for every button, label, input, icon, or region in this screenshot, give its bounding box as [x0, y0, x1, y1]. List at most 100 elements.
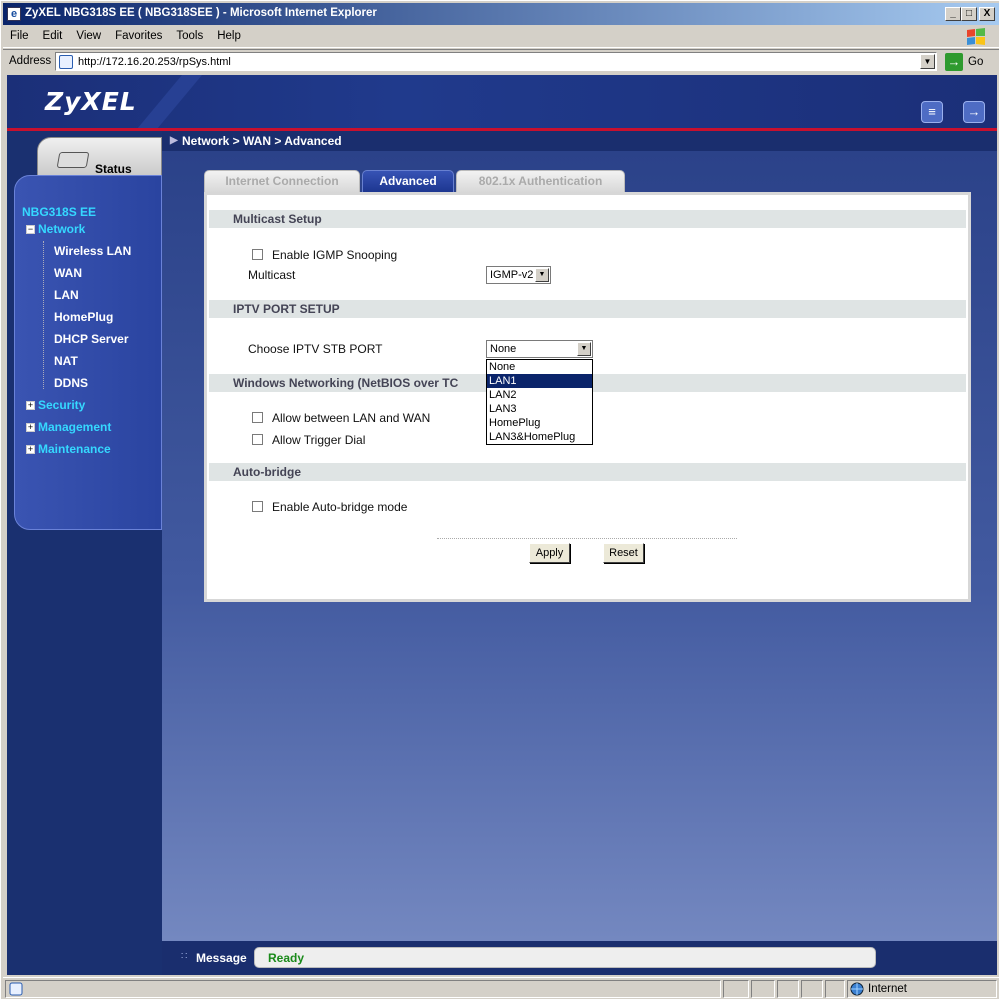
nav-network[interactable]: Network: [38, 222, 85, 236]
logout-icon[interactable]: →: [963, 101, 985, 123]
message-icon: ∷: [181, 951, 188, 962]
reset-button[interactable]: Reset: [603, 543, 644, 563]
status-cell: [801, 980, 823, 998]
iptv-port-value: None: [490, 343, 517, 355]
expand-icon[interactable]: +: [26, 401, 35, 410]
section-iptv-header: IPTV PORT SETUP: [209, 300, 966, 318]
page-status-icon: [9, 982, 23, 996]
option-homeplug[interactable]: HomePlug: [487, 416, 592, 430]
option-lan2[interactable]: LAN2: [487, 388, 592, 402]
tab-internet-connection[interactable]: Internet Connection: [204, 170, 360, 192]
nav-ddns[interactable]: DDNS: [54, 376, 88, 390]
wizard-icon[interactable]: ≡: [921, 101, 943, 123]
address-bar: Address http://172.16.20.253/rpSys.html …: [3, 49, 999, 73]
expand-icon[interactable]: +: [26, 445, 35, 454]
igmp-snooping-checkbox[interactable]: [252, 249, 263, 260]
windows-flag-icon: [963, 26, 989, 48]
status-bar: Internet: [3, 977, 999, 999]
breadcrumb: ▶ Network > WAN > Advanced: [162, 131, 997, 151]
section-iptv-title: IPTV PORT SETUP: [233, 302, 340, 316]
button-divider: [437, 538, 737, 539]
maximize-button[interactable]: □: [961, 7, 977, 21]
zyxel-logo: ZyXEL: [45, 87, 137, 116]
go-button[interactable]: → Go: [945, 53, 995, 71]
iptv-port-select[interactable]: None ▼: [486, 340, 593, 358]
tree-line: [43, 241, 44, 389]
section-multicast-header: Multicast Setup: [209, 210, 966, 228]
message-bar: ∷ Message Ready: [162, 941, 997, 975]
nav-homeplug[interactable]: HomePlug: [54, 310, 113, 324]
menu-bar: File Edit View Favorites Tools Help: [3, 26, 999, 48]
option-lan3-homeplug[interactable]: LAN3&HomePlug: [487, 430, 592, 444]
allow-trigger-dial-label: Allow Trigger Dial: [272, 433, 366, 447]
status-label: Status: [95, 162, 132, 176]
allow-lan-wan-checkbox[interactable]: [252, 412, 263, 423]
tab-8021x-authentication[interactable]: 802.1x Authentication: [456, 170, 625, 192]
header-banner: [7, 75, 997, 129]
auto-bridge-label: Enable Auto-bridge mode: [272, 500, 408, 514]
message-value: Ready: [268, 951, 305, 965]
collapse-icon[interactable]: −: [26, 225, 35, 234]
address-dropdown-icon[interactable]: ▼: [920, 54, 935, 69]
status-cell: [751, 980, 775, 998]
banner-stripes: [137, 75, 202, 129]
message-label: Message: [196, 951, 247, 965]
status-main: [5, 980, 721, 998]
breadcrumb-arrow-icon: ▶: [170, 135, 178, 146]
allow-trigger-dial-checkbox[interactable]: [252, 434, 263, 445]
address-input[interactable]: http://172.16.20.253/rpSys.html ▼: [55, 52, 937, 71]
go-arrow-icon: →: [945, 53, 963, 71]
nav-maintenance[interactable]: Maintenance: [38, 442, 111, 456]
title-bar: e ZyXEL NBG318S EE ( NBG318SEE ) - Micro…: [3, 3, 999, 25]
status-zone: Internet: [847, 980, 997, 998]
expand-icon[interactable]: +: [26, 423, 35, 432]
menu-help[interactable]: Help: [210, 26, 248, 42]
section-netbios-title: Windows Networking (NetBIOS over TC: [233, 376, 459, 390]
minimize-button[interactable]: _: [945, 7, 961, 21]
browser-window: e ZyXEL NBG318S EE ( NBG318SEE ) - Micro…: [0, 0, 1000, 1000]
option-none[interactable]: None: [487, 360, 592, 374]
chevron-down-icon: ▼: [535, 268, 549, 282]
window-title: ZyXEL NBG318S EE ( NBG318SEE ) - Microso…: [25, 7, 377, 19]
nav-wan[interactable]: WAN: [54, 266, 82, 280]
web-page: ZyXEL ≡ → Status NBG318S EE − Network Wi…: [7, 75, 997, 975]
iptv-port-label: Choose IPTV STB PORT: [248, 342, 383, 356]
auto-bridge-checkbox[interactable]: [252, 501, 263, 512]
address-label: Address: [9, 55, 52, 67]
menu-file[interactable]: File: [3, 26, 36, 42]
allow-lan-wan-label: Allow between LAN and WAN: [272, 411, 431, 425]
menu-tools[interactable]: Tools: [169, 26, 210, 42]
router-icon: [56, 152, 90, 168]
globe-icon: [850, 982, 864, 996]
nav-lan[interactable]: LAN: [54, 288, 79, 302]
status-cell: [777, 980, 799, 998]
nav-dhcp-server[interactable]: DHCP Server: [54, 332, 128, 346]
nav-nat[interactable]: NAT: [54, 354, 78, 368]
iptv-port-dropdown-list[interactable]: None LAN1 LAN2 LAN3 HomePlug LAN3&HomePl…: [486, 359, 593, 445]
section-autobridge-title: Auto-bridge: [233, 465, 301, 479]
zone-label: Internet: [868, 983, 907, 995]
tab-advanced[interactable]: Advanced: [362, 170, 454, 192]
apply-button[interactable]: Apply: [529, 543, 570, 563]
status-cell: [825, 980, 845, 998]
close-button[interactable]: X: [979, 7, 995, 21]
section-autobridge-header: Auto-bridge: [209, 463, 966, 481]
ie-icon: e: [7, 7, 21, 21]
menu-edit[interactable]: Edit: [36, 26, 70, 42]
nav-device-name[interactable]: NBG318S EE: [22, 205, 96, 219]
menu-favorites[interactable]: Favorites: [108, 26, 169, 42]
nav-panel: [14, 175, 162, 530]
option-lan1[interactable]: LAN1: [487, 374, 592, 388]
go-label: Go: [968, 56, 984, 68]
nav-wireless-lan[interactable]: Wireless LAN: [54, 244, 131, 258]
nav-management[interactable]: Management: [38, 420, 111, 434]
menu-view[interactable]: View: [69, 26, 108, 42]
multicast-label: Multicast: [248, 268, 296, 282]
nav-security[interactable]: Security: [38, 398, 85, 412]
multicast-select[interactable]: IGMP-v2 ▼: [486, 266, 551, 284]
igmp-snooping-label: Enable IGMP Snooping: [272, 248, 398, 262]
section-multicast-title: Multicast Setup: [233, 212, 322, 226]
status-cell: [723, 980, 749, 998]
option-lan3[interactable]: LAN3: [487, 402, 592, 416]
address-url: http://172.16.20.253/rpSys.html: [78, 56, 231, 68]
